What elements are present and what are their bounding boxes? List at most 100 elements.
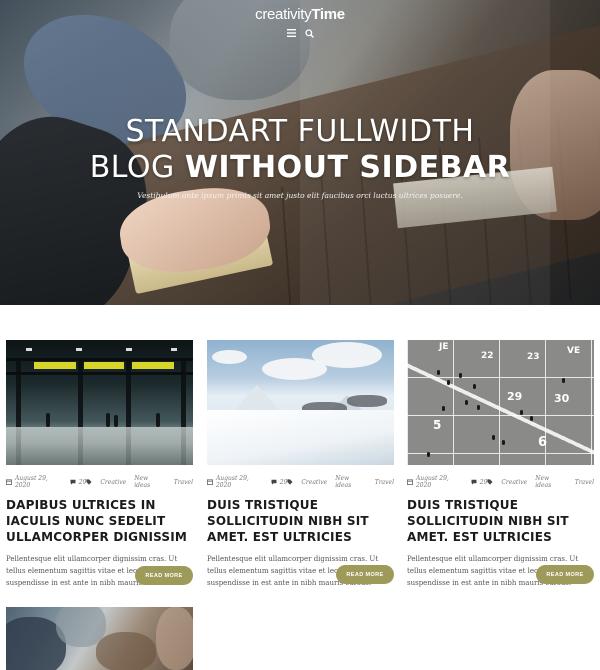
post-card: August 29, 2020 29 Creative New ideas Tr… [207,340,394,589]
post-thumbnail-calendar-plaza[interactable]: JE VE 22 23 29 30 5 6 [407,340,594,465]
post-date: August 29, 2020 [6,475,65,489]
post-tags: Creative New ideas Travel [487,475,594,489]
pedestrian [530,416,533,421]
cloud [212,350,247,364]
tag-link[interactable]: Travel [575,479,594,486]
station-sign [34,362,76,369]
post-date: August 29, 2020 [207,475,266,489]
pedestrian [492,435,495,440]
tag-link[interactable]: New ideas [134,475,166,489]
read-more-button[interactable]: READ MORE [336,565,394,584]
hero-title: STANDART FULLWIDTH BLOG WITHOUT SIDEBAR [0,114,600,186]
pedestrian [442,406,445,411]
post-comments[interactable]: 29 [70,478,87,486]
pedestrian [477,405,480,410]
grid-number: 5 [433,418,442,432]
logo-text-light: creativity [255,6,312,23]
hero-title-line2-bold: WITHOUT SIDEBAR [184,150,511,185]
search-icon[interactable] [303,28,315,38]
passenger [156,413,160,427]
pedestrian [459,373,462,378]
ceiling-beam [6,358,193,361]
post-date: August 29, 2020 [407,475,466,489]
pedestrian [427,452,430,457]
post-card: August 29, 2020 29 Creative New ideas Tr… [6,340,193,589]
snowfield [207,410,394,465]
photo-table [96,632,156,670]
ceiling-light [26,348,32,351]
grid-number: 29 [507,390,523,403]
hero-title-line1: STANDART FULLWIDTH [125,114,475,149]
photo-person [156,607,193,670]
post-comments[interactable]: 29 [271,478,288,486]
grid-number: VE [567,346,581,356]
pedestrian [520,410,523,415]
post-comments-count: 29 [479,478,488,486]
post-comments-count: 29 [279,478,288,486]
tag-icon [287,479,293,485]
hero-subtitle: Vestibulum ante ipsum primis sit amet ju… [137,191,463,200]
read-more-button[interactable]: READ MORE [135,566,193,585]
grid-number: 22 [481,351,494,361]
pedestrian [502,440,505,445]
cloud [262,358,327,380]
pedestrian [473,384,476,389]
grid-number: JE [439,342,449,352]
tag-link[interactable]: Creative [100,479,126,486]
post-comments[interactable]: 29 [471,478,488,486]
post-comments-count: 29 [78,478,87,486]
tag-link[interactable]: New ideas [335,475,367,489]
comment-icon [271,479,277,485]
passenger [114,415,118,427]
post-date-text: August 29, 2020 [14,475,48,489]
logo-text-bold: Time [311,6,345,23]
grid-number: 23 [527,352,540,362]
ceiling-beam [6,372,193,375]
calendar-icon [6,479,12,485]
header-icons [0,28,600,38]
post-title[interactable]: DUIS TRISTIQUE SOLLICITUDIN NIBH SIT AME… [407,497,594,545]
calendar-icon [207,479,213,485]
pedestrian [465,400,468,405]
post-tags: Creative New ideas Travel [86,475,193,489]
post-thumbnail-subway[interactable] [6,340,193,465]
grid-number: 6 [538,435,548,450]
post-date-text: August 29, 2020 [415,475,449,489]
post-date-text: August 29, 2020 [215,475,249,489]
tag-link[interactable]: Creative [301,479,327,486]
pedestrian [447,380,450,385]
ceiling-light [171,348,177,351]
rock [347,395,387,407]
hero-title-line2-light: BLOG [89,150,185,185]
menu-icon[interactable] [285,28,297,38]
station-sign [84,362,124,369]
hero-banner: creativityTime STANDART FULLWIDTH BLOG W… [0,0,600,305]
passenger [106,413,110,427]
tag-link[interactable]: New ideas [535,475,567,489]
station-sign [132,362,174,369]
post-meta: August 29, 2020 29 Creative New ideas Tr… [207,475,394,489]
grid-number: 30 [554,392,570,405]
post-card: JE VE 22 23 29 30 5 6 August 29, 2020 29 [407,340,594,589]
post-thumbnail-meeting[interactable] [6,607,193,670]
post-card [6,607,193,670]
tag-link[interactable]: Travel [174,479,193,486]
comment-icon [471,479,477,485]
passenger [46,413,50,427]
site-logo[interactable]: creativityTime [0,6,600,23]
post-title[interactable]: DUIS TRISTIQUE SOLLICITUDIN NIBH SIT AME… [207,497,394,545]
post-meta: August 29, 2020 29 Creative New ideas Tr… [6,475,193,489]
post-title[interactable]: DAPIBUS ULTRICES IN IACULIS NUNC SEDELIT… [6,497,193,545]
tag-link[interactable]: Creative [501,479,527,486]
tag-icon [86,479,92,485]
tag-link[interactable]: Travel [375,479,394,486]
comment-icon [70,479,76,485]
ceiling-light [76,348,82,351]
read-more-button[interactable]: READ MORE [536,565,594,584]
post-thumbnail-mountains[interactable] [207,340,394,465]
post-meta: August 29, 2020 29 Creative New ideas Tr… [407,475,594,489]
tag-icon [487,479,493,485]
ceiling-light [126,348,132,351]
station-floor [6,427,193,465]
post-tags: Creative New ideas Travel [287,475,394,489]
